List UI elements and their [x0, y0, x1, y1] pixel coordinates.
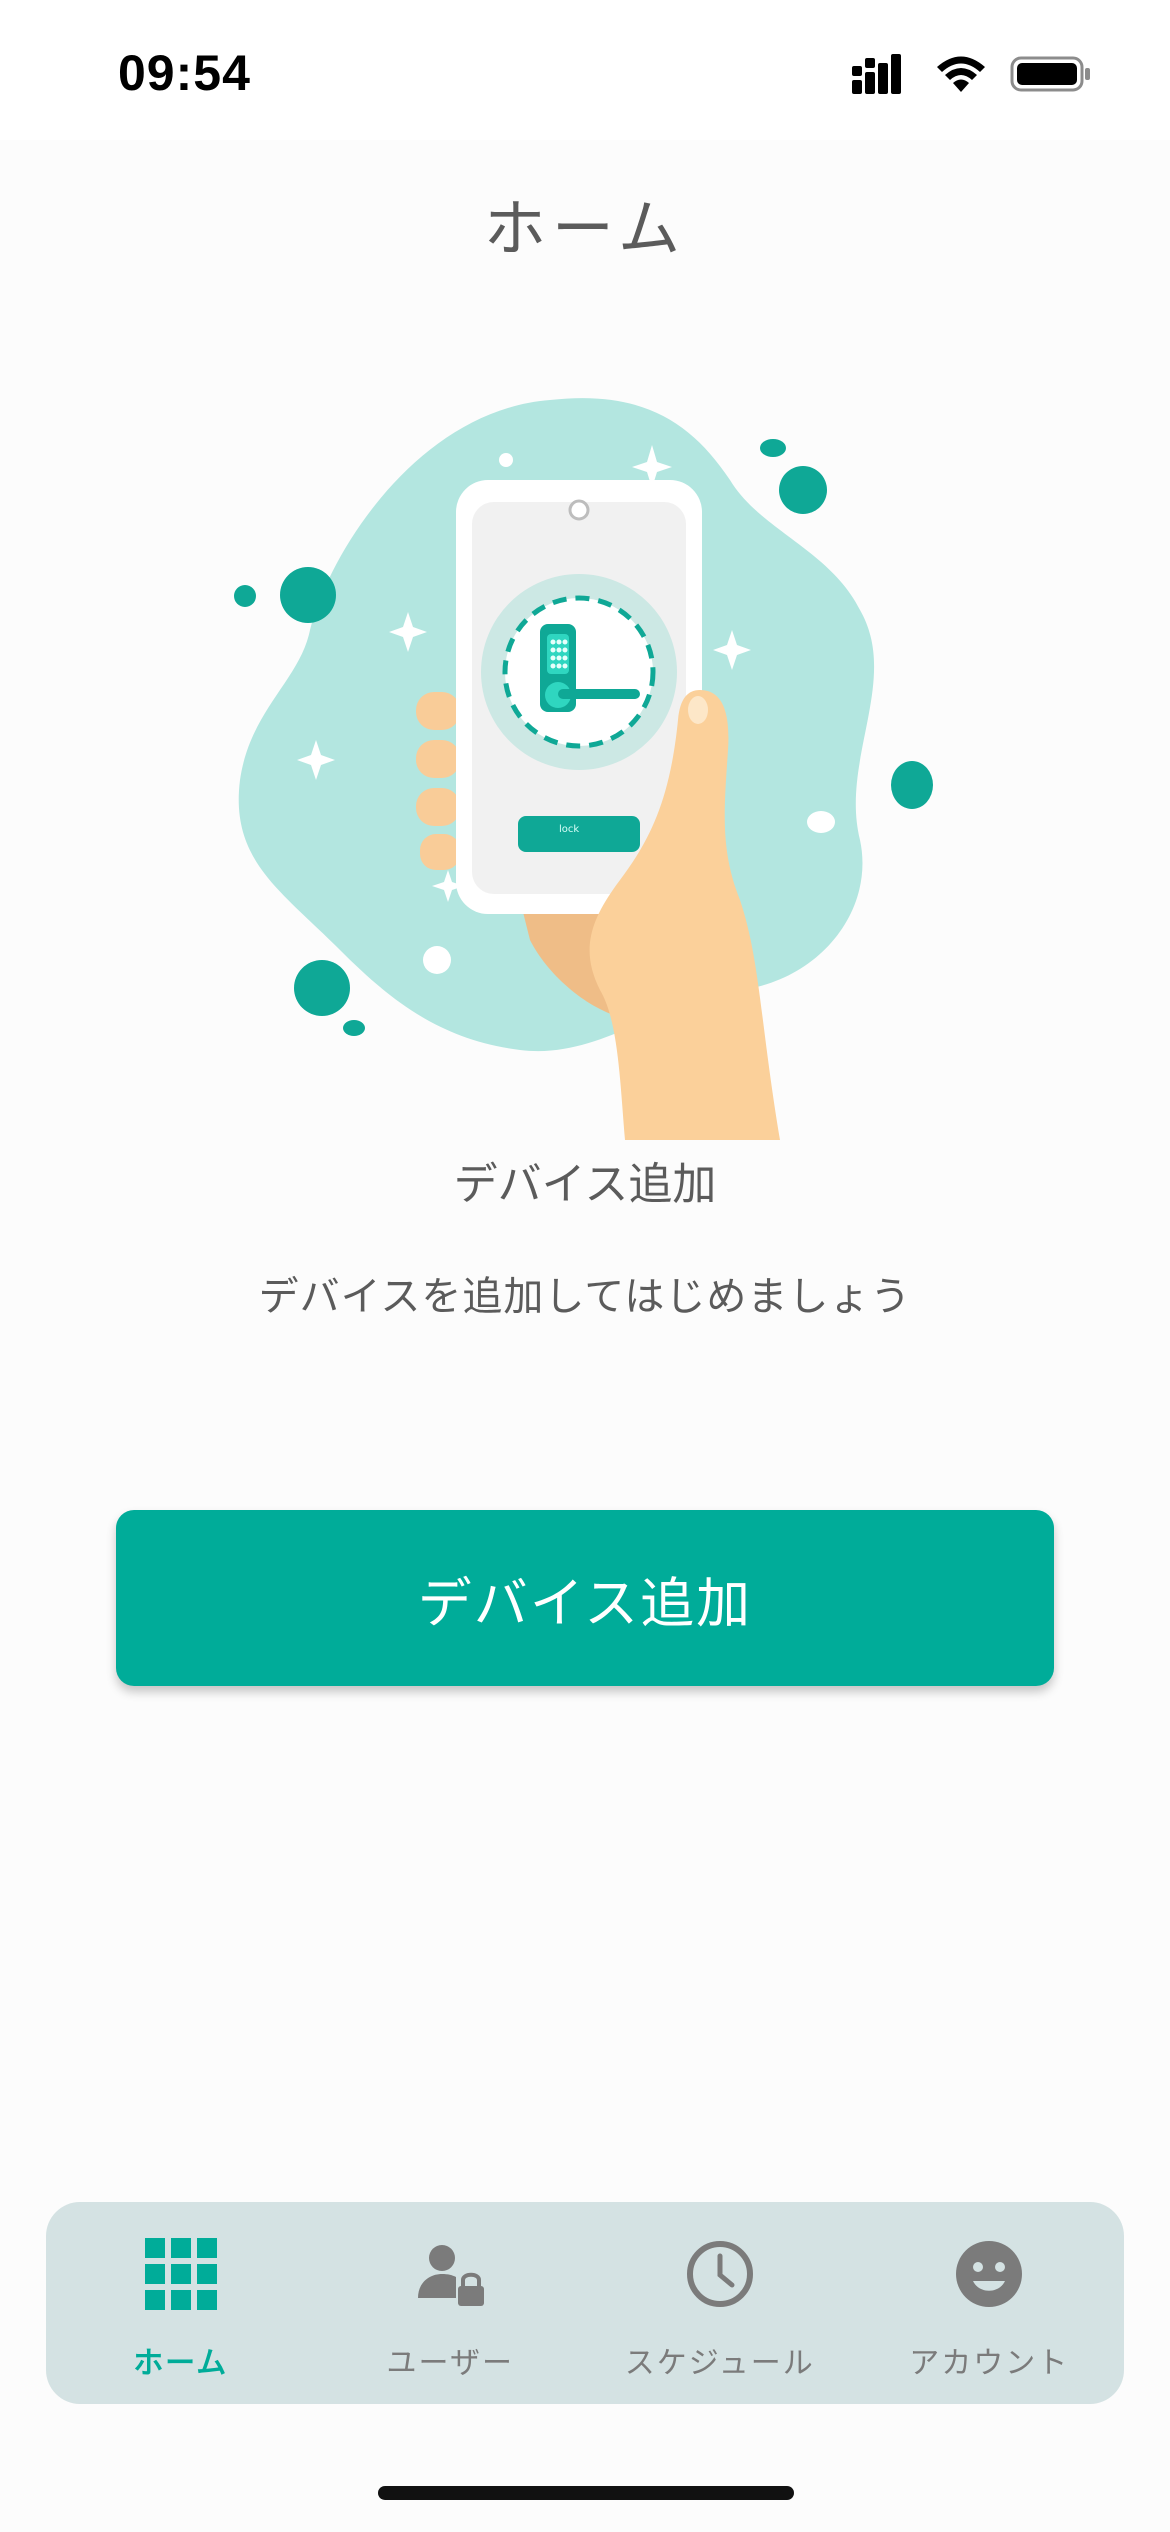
tab-home-label: ホーム: [133, 2346, 229, 2381]
empty-state-title: デバイス追加: [453, 1159, 717, 1210]
smiley-icon: [956, 2241, 1023, 2307]
grid-icon: [144, 2238, 217, 2310]
add-device-button[interactable]: デバイス追加: [116, 1510, 1054, 1686]
tab-users-label: ユーザー: [386, 2346, 514, 2381]
tab-users[interactable]: ユーザー: [316, 2202, 586, 2404]
status-time: 09:54: [118, 45, 251, 101]
tab-schedule-label: スケジュール: [624, 2346, 815, 2381]
tab-schedule[interactable]: スケジュール: [585, 2202, 855, 2404]
battery-icon: [1010, 56, 1090, 92]
page-title: ホーム: [483, 192, 687, 265]
tab-account[interactable]: アカウント: [855, 2202, 1125, 2404]
home-indicator: [378, 2486, 794, 2500]
bottom-tab-bar: ホーム ユーザー スケジュール アカウント: [46, 2202, 1124, 2404]
wifi-icon: [937, 56, 985, 92]
clock-icon: [686, 2241, 753, 2307]
signal-icon: [852, 54, 901, 94]
status-bar: 09:54: [0, 0, 1170, 140]
tab-account-label: アカウント: [909, 2346, 1070, 2381]
hand-phone-lock-illustration: lock: [234, 398, 933, 1140]
user-lock-icon: [418, 2245, 485, 2306]
tab-home[interactable]: ホーム: [46, 2202, 316, 2404]
lock-button-label: lock: [559, 824, 579, 835]
status-icons: [852, 52, 1092, 100]
empty-state-description: デバイスを追加してはじめましょう: [258, 1274, 912, 1320]
